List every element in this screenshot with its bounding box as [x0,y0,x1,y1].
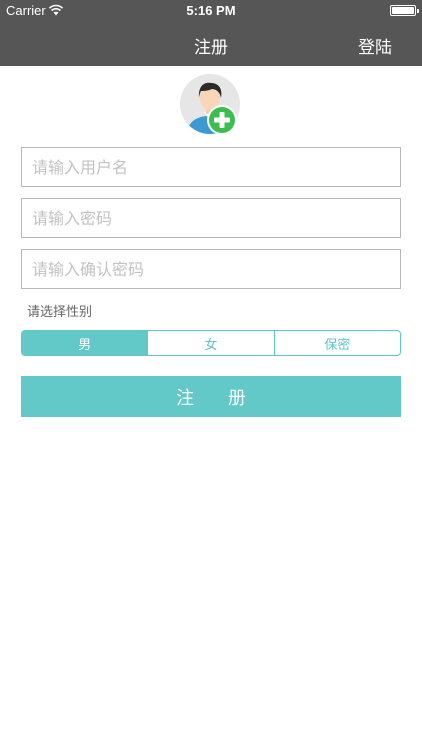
register-button[interactable]: 注 册 [21,376,401,417]
username-input[interactable] [22,148,400,186]
password-input[interactable] [22,199,400,237]
username-field[interactable] [21,147,401,187]
gender-segmented-control: 男 女 保密 [21,330,401,356]
status-bar: Carrier 5:16 PM [0,0,422,22]
password-field[interactable] [21,198,401,238]
add-user-avatar-icon[interactable] [180,74,242,136]
confirm-password-field[interactable] [21,249,401,289]
navigation-bar: 注册 登陆 [0,22,422,66]
clock: 5:16 PM [186,3,236,18]
login-button[interactable]: 登陆 [358,33,392,58]
gender-option-secret[interactable]: 保密 [275,331,400,355]
gender-option-female[interactable]: 女 [148,331,275,355]
confirm-password-input[interactable] [22,250,400,288]
gender-option-male[interactable]: 男 [22,331,149,355]
top-bar: Carrier 5:16 PM 注册 登陆 [0,0,422,66]
gender-label: 请选择性别 [27,305,93,320]
battery-icon [390,5,419,16]
